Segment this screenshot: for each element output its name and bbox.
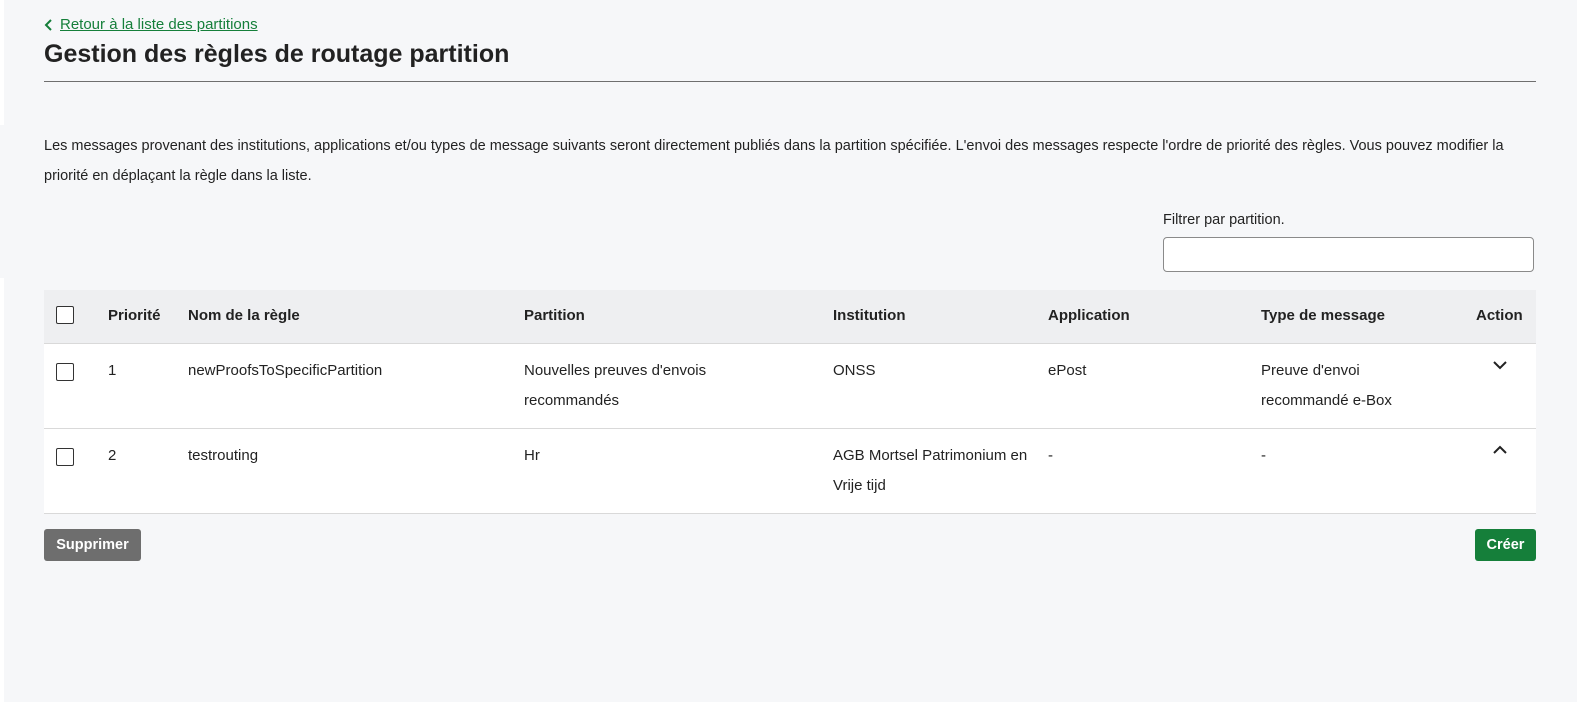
cell-message-type: Preuve d'envoi recommandé e-Box [1261, 362, 1392, 409]
row-checkbox[interactable] [56, 448, 74, 466]
select-all-checkbox[interactable] [56, 306, 74, 324]
back-link-label: Retour à la liste des partitions [60, 16, 258, 33]
table-header: Priorité Nom de la règle Partition Insti… [44, 290, 1536, 344]
cell-message-type: - [1261, 447, 1266, 464]
cell-partition: Nouvelles preuves d'envois recommandés [524, 362, 707, 409]
column-header-priority: Priorité [108, 307, 161, 324]
filter-partition-input[interactable] [1163, 237, 1534, 272]
filter-label: Filtrer par partition. [1163, 212, 1285, 228]
create-button[interactable]: Créer [1475, 529, 1536, 561]
chevron-left-icon [44, 18, 52, 31]
left-edge-strip [0, 278, 4, 702]
cell-application: ePost [1048, 362, 1087, 379]
page: Retour à la liste des partitions Gestion… [0, 0, 1577, 702]
column-header-message-type: Type de message [1261, 307, 1385, 324]
left-edge-strip [0, 0, 4, 125]
cell-partition: Hr [524, 447, 540, 464]
page-title: Gestion des règles de routage partition [44, 40, 510, 68]
table-row[interactable]: 2 testrouting Hr AGB Mortsel Patrimonium… [44, 429, 1536, 514]
row-checkbox[interactable] [56, 363, 74, 381]
cell-institution: AGB Mortsel Patrimonium en Vrije tijd [833, 447, 1028, 494]
delete-button[interactable]: Supprimer [44, 529, 141, 561]
cell-application: - [1048, 447, 1053, 464]
cell-rule-name: testrouting [188, 447, 259, 464]
routing-rules-table: Priorité Nom de la règle Partition Insti… [44, 290, 1536, 514]
column-header-rule-name: Nom de la règle [188, 307, 300, 324]
cell-rule-name: newProofsToSpecificPartition [188, 362, 383, 379]
chevron-up-icon[interactable] [1491, 443, 1509, 457]
cell-institution: ONSS [833, 362, 876, 379]
intro-text: Les messages provenant des institutions,… [44, 138, 1504, 184]
column-header-action: Action [1476, 307, 1523, 324]
cell-priority: 2 [108, 447, 117, 464]
column-header-institution: Institution [833, 307, 906, 324]
cell-priority: 1 [108, 362, 117, 379]
column-header-application: Application [1048, 307, 1130, 324]
table-row[interactable]: 1 newProofsToSpecificPartition Nouvelles… [44, 344, 1536, 429]
back-to-partitions-link[interactable]: Retour à la liste des partitions [44, 16, 258, 33]
chevron-down-icon[interactable] [1491, 358, 1509, 372]
title-divider [44, 81, 1536, 82]
column-header-partition: Partition [524, 307, 585, 324]
